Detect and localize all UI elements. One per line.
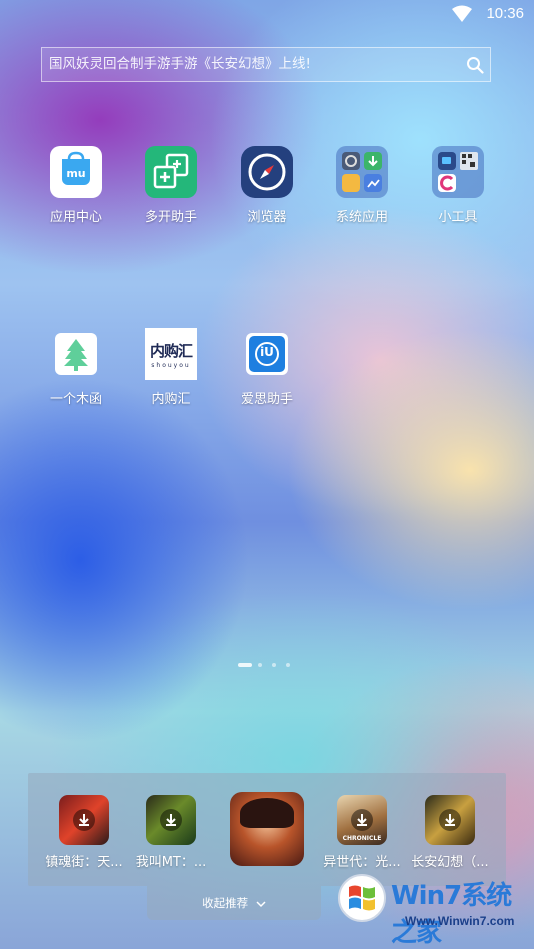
game-label: 镇魂街：天... bbox=[45, 855, 123, 870]
folder-icon bbox=[336, 146, 388, 198]
app-browser[interactable]: 浏览器 bbox=[221, 146, 313, 225]
app-label: 系统应用 bbox=[335, 210, 388, 225]
neigouhui-logo: 内购汇 shouyou bbox=[145, 328, 197, 380]
page-dot bbox=[258, 663, 262, 667]
game-icon bbox=[425, 795, 475, 845]
game-label: 我叫MT：... bbox=[135, 855, 207, 870]
app-label: 一个木函 bbox=[49, 392, 102, 407]
app-label: 浏览器 bbox=[247, 210, 287, 225]
app-label: 内购汇 bbox=[151, 392, 191, 407]
search-icon[interactable] bbox=[466, 56, 484, 74]
svg-text:mu: mu bbox=[66, 167, 85, 180]
game-icon bbox=[230, 792, 304, 866]
i4-logo-text: iU bbox=[260, 345, 274, 359]
page-dot bbox=[286, 663, 290, 667]
app-label: 多开助手 bbox=[144, 210, 197, 225]
game-item-changan[interactable]: 长安幻想（... bbox=[403, 795, 497, 870]
wifi-icon bbox=[452, 5, 472, 22]
game-item-wojiaomt[interactable]: 我叫MT：... bbox=[124, 795, 218, 870]
clock: 10:36 bbox=[486, 5, 524, 22]
game-item-zhenhunjie[interactable]: 镇魂街：天... bbox=[37, 795, 131, 870]
app-store-icon: mu bbox=[50, 146, 102, 198]
page-dot-active bbox=[238, 663, 252, 667]
game-icon bbox=[59, 795, 109, 845]
app-label: 应用中心 bbox=[49, 210, 102, 225]
watermark-brand: Win7系统之家 bbox=[391, 881, 512, 948]
download-icon bbox=[73, 809, 95, 831]
chronicle-text: CHRONICLE bbox=[342, 835, 382, 842]
tree-icon bbox=[55, 333, 97, 375]
app-app-center[interactable]: mu 应用中心 bbox=[30, 146, 122, 225]
neigouhui-logo-text: 内购汇 bbox=[149, 342, 193, 360]
page-dot bbox=[272, 663, 276, 667]
app-label: 小工具 bbox=[438, 210, 478, 225]
watermark-url: Www.Winwin7.com bbox=[405, 914, 515, 928]
game-icon bbox=[146, 795, 196, 845]
i4-logo-icon: iU bbox=[246, 333, 288, 375]
search-bar[interactable]: 国风妖灵回合制手游手游《长安幻想》上线! bbox=[41, 47, 491, 82]
app-multi-open[interactable]: 多开助手 bbox=[125, 146, 217, 225]
download-icon bbox=[351, 809, 373, 831]
app-i4-assistant[interactable]: iU 爱思助手 bbox=[221, 328, 313, 407]
game-item-yishidai[interactable]: CHRONICLE 异世代：光... bbox=[315, 795, 409, 870]
download-icon bbox=[160, 809, 182, 831]
search-hint-text: 国风妖灵回合制手游手游《长安幻想》上线! bbox=[49, 56, 311, 72]
collapse-recommend-label: 收起推荐 bbox=[202, 896, 249, 910]
windows-logo-icon bbox=[338, 874, 386, 922]
app-yige-muhan[interactable]: 一个木函 bbox=[30, 328, 122, 407]
folder-tools[interactable]: 小工具 bbox=[412, 146, 504, 225]
chevron-down-icon bbox=[256, 900, 266, 907]
folder-icon bbox=[432, 146, 484, 198]
multi-open-icon bbox=[145, 146, 197, 198]
browser-compass-icon bbox=[241, 146, 293, 198]
watermark: Win7系统之家 Www.Winwin7.com bbox=[335, 867, 531, 948]
app-neigouhui[interactable]: 内购汇 shouyou 内购汇 bbox=[125, 328, 217, 407]
app-label: 爱思助手 bbox=[240, 392, 293, 407]
game-icon: CHRONICLE bbox=[337, 795, 387, 845]
collapse-recommend-button[interactable]: 收起推荐 bbox=[147, 886, 321, 920]
neigouhui-logo-subtext: shouyou bbox=[151, 362, 191, 369]
game-item-changan-featured[interactable] bbox=[220, 792, 314, 872]
folder-system-apps[interactable]: 系统应用 bbox=[316, 146, 408, 225]
download-icon bbox=[439, 809, 461, 831]
status-bar: 10:36 bbox=[0, 0, 534, 30]
